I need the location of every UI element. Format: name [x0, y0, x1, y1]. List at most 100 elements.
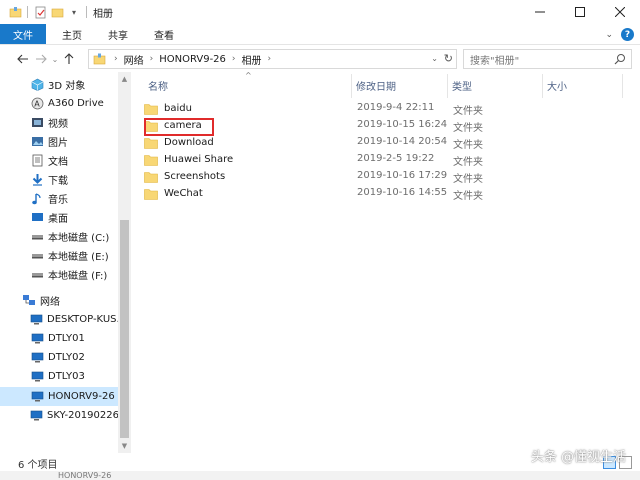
breadcrumb-chevron-icon[interactable]: ›	[232, 54, 236, 64]
tab-file[interactable]: 文件	[0, 24, 46, 44]
navigation-scrollbar[interactable]: ▲ ▼	[118, 72, 131, 453]
sidebar-item-pictures[interactable]: 图片	[0, 132, 118, 151]
sidebar-item-documents[interactable]: 文档	[0, 151, 118, 170]
recent-locations-icon[interactable]: ⌄	[50, 49, 60, 69]
sidebar-item-label: DTLY03	[48, 371, 85, 382]
sidebar-item-drive-e[interactable]: 本地磁盘 (E:)	[0, 246, 118, 265]
sidebar-item-label: DTLY01	[48, 333, 85, 344]
sidebar-item-label: 3D 对象	[48, 81, 86, 92]
folder-icon	[144, 154, 158, 166]
tab-home[interactable]: 主页	[46, 24, 95, 44]
column-divider[interactable]	[542, 74, 543, 98]
expand-ribbon-icon[interactable]: ⌄	[605, 30, 613, 40]
sidebar-item-drive-f[interactable]: 本地磁盘 (F:)	[0, 265, 118, 284]
file-name: Screenshots	[164, 171, 226, 182]
computer-icon	[30, 351, 44, 365]
sidebar-item-label: 视频	[48, 119, 68, 130]
sidebar-item-label: DTLY02	[48, 352, 85, 363]
column-header-name[interactable]: 名称	[148, 72, 168, 98]
column-header-date[interactable]: 修改日期	[356, 72, 396, 98]
file-row[interactable]: baidu 2019-9-4 22:11 文件夹	[144, 100, 634, 117]
properties-icon[interactable]	[33, 5, 47, 19]
sidebar-item-network[interactable]: 网络	[0, 291, 118, 310]
pictures-icon	[30, 135, 44, 149]
sidebar-item-label: 文档	[48, 157, 68, 168]
item-count: 6 个项目	[18, 459, 58, 471]
address-folder-icon	[93, 53, 106, 65]
refresh-icon[interactable]: ↻	[444, 52, 453, 65]
file-date: 2019-10-16 17:29	[357, 170, 448, 181]
folder-icon	[144, 171, 158, 183]
breadcrumb-chevron-icon[interactable]: ›	[268, 54, 272, 64]
sidebar-item-dtly02[interactable]: DTLY02	[0, 348, 118, 367]
maximize-button[interactable]	[560, 0, 600, 24]
back-button[interactable]	[14, 49, 32, 69]
file-type: 文件夹	[453, 106, 483, 117]
column-header-type[interactable]: 类型	[452, 72, 472, 98]
sidebar-item-honorv9-26[interactable]: HONORV9-26	[0, 387, 118, 406]
sidebar-item-label: 图片	[48, 138, 68, 149]
sidebar-item-dtly03[interactable]: DTLY03	[0, 367, 118, 386]
breadcrumb-honorv9-26[interactable]: HONORV9-26	[159, 54, 226, 65]
sidebar-item-desktop[interactable]: 桌面	[0, 208, 118, 227]
search-box[interactable]: 搜索"相册"	[463, 49, 632, 69]
sidebar-item-dtly01[interactable]: DTLY01	[0, 329, 118, 348]
close-button[interactable]	[600, 0, 640, 24]
quick-access-toolbar: ▾	[0, 5, 89, 19]
tab-share[interactable]: 共享	[95, 24, 141, 44]
column-divider[interactable]	[622, 74, 623, 98]
column-header-size[interactable]: 大小	[547, 72, 567, 98]
new-folder-icon[interactable]	[50, 5, 64, 19]
column-divider[interactable]	[447, 74, 448, 98]
search-icon[interactable]	[614, 53, 626, 68]
sidebar-item-label: DESKTOP-KUS...	[47, 314, 127, 325]
scroll-down-icon[interactable]: ▼	[120, 441, 129, 451]
documents-icon	[30, 154, 44, 168]
address-bar[interactable]: › 网络 › HONORV9-26 › 相册 › ⌄ ↻	[88, 49, 457, 69]
file-name: Download	[164, 137, 214, 148]
computer-icon	[30, 370, 44, 384]
customize-toolbar-icon[interactable]: ▾	[67, 5, 81, 19]
up-button[interactable]	[60, 49, 78, 69]
sidebar-item-label: A360 Drive	[48, 98, 104, 109]
sort-ascending-icon: ^	[245, 71, 252, 80]
background-window-label: HONORV9-26	[58, 471, 112, 480]
file-row[interactable]: Download 2019-10-14 20:54 文件夹	[144, 134, 634, 151]
sidebar-item-a360-drive[interactable]: A A360 Drive	[0, 94, 118, 113]
file-row[interactable]: WeChat 2019-10-16 14:55 文件夹	[144, 185, 634, 202]
desktop-icon	[30, 211, 44, 225]
scroll-up-icon[interactable]: ▲	[120, 74, 129, 84]
folder-icon	[144, 103, 158, 115]
forward-button[interactable]	[32, 49, 50, 69]
column-divider[interactable]	[351, 74, 352, 98]
sidebar-item-downloads[interactable]: 下载	[0, 170, 118, 189]
title-separator	[86, 6, 87, 18]
file-row[interactable]: Huawei Share 2019-2-5 19:22 文件夹	[144, 151, 634, 168]
breadcrumb-album[interactable]: 相册	[242, 52, 262, 67]
minimize-button[interactable]	[520, 0, 560, 24]
sidebar-item-desktop-kus[interactable]: DESKTOP-KUS...	[0, 310, 126, 329]
scrollbar-thumb[interactable]	[120, 220, 129, 438]
sidebar-item-label: 本地磁盘 (C:)	[48, 233, 110, 244]
tab-view[interactable]: 查看	[141, 24, 187, 44]
sidebar-item-music[interactable]: 音乐	[0, 189, 118, 208]
file-name: WeChat	[164, 188, 203, 199]
sidebar-item-video[interactable]: 视频	[0, 113, 118, 132]
breadcrumb-chevron-icon[interactable]: ›	[114, 54, 118, 64]
sidebar-item-label: 本地磁盘 (E:)	[48, 252, 109, 263]
folder-icon	[144, 137, 158, 149]
app-folder-icon[interactable]	[8, 5, 22, 19]
sidebar-item-drive-c[interactable]: 本地磁盘 (C:)	[0, 227, 118, 246]
address-dropdown-icon[interactable]: ⌄	[431, 54, 438, 63]
breadcrumb-chevron-icon[interactable]: ›	[150, 54, 154, 64]
breadcrumb-network[interactable]: 网络	[124, 52, 144, 67]
svg-text:A: A	[34, 100, 40, 109]
sidebar-item-3d-objects[interactable]: 3D 对象	[0, 75, 118, 94]
sidebar-item-sky[interactable]: SKY-20190226U	[0, 406, 126, 425]
help-icon[interactable]: ?	[621, 28, 634, 41]
file-row[interactable]: Screenshots 2019-10-16 17:29 文件夹	[144, 168, 634, 185]
file-type: 文件夹	[453, 123, 483, 134]
file-row[interactable]: camera 2019-10-15 16:24 文件夹	[144, 117, 634, 134]
file-name: Huawei Share	[164, 154, 234, 165]
window-title: 相册	[93, 8, 113, 20]
